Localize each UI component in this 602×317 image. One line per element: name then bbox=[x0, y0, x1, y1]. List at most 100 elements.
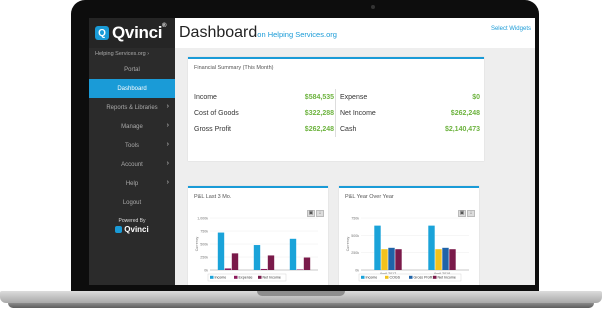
legend-swatch bbox=[258, 275, 262, 279]
financial-label: Expense bbox=[340, 93, 368, 101]
sidebar-nav: Portal Dashboard Reports & Libraries › Manag… bbox=[89, 60, 175, 212]
sidebar-item-label: Account bbox=[121, 161, 143, 168]
bar bbox=[267, 255, 275, 270]
financial-row: Expense $0 bbox=[340, 89, 480, 105]
legend-label: Income bbox=[215, 276, 227, 280]
y-tick-label: 250k bbox=[200, 256, 208, 260]
sidebar-item-label: Portal bbox=[124, 66, 140, 73]
sidebar-item-account[interactable]: Account › bbox=[89, 155, 175, 174]
legend-swatch bbox=[385, 275, 389, 279]
sidebar-item-logout[interactable]: Logout bbox=[89, 193, 175, 212]
bar bbox=[224, 268, 232, 270]
financial-value: $262,248 bbox=[450, 109, 480, 117]
sidebar-item-label: Dashboard bbox=[117, 85, 147, 92]
powered-by: Powered By Qvinci bbox=[89, 218, 175, 234]
financial-label: Net Income bbox=[340, 109, 376, 117]
legend-swatch bbox=[361, 275, 365, 279]
bar bbox=[374, 225, 381, 270]
financial-label: Income bbox=[194, 93, 217, 101]
chevron-right-icon: › bbox=[166, 141, 169, 148]
laptop-scene: Q Qvinci® Helping Services.org › Portal D… bbox=[0, 0, 602, 317]
financial-row: Gross Profit $262,248 bbox=[194, 121, 334, 137]
bar bbox=[296, 269, 304, 270]
qvinci-logo-icon: Q bbox=[95, 26, 109, 40]
financial-value: $262,248 bbox=[304, 125, 334, 133]
pl-year-over-year-card: P&L Year Over Year ▣ ↓ 750k 500k 250k 0k Cur… bbox=[339, 186, 479, 285]
app-screen: Q Qvinci® Helping Services.org › Portal D… bbox=[89, 18, 535, 285]
legend-swatch bbox=[210, 275, 214, 279]
financial-summary-card: Financial Summary (This Month) Income $58… bbox=[188, 57, 484, 161]
sidebar-item-label: Tools bbox=[124, 142, 139, 149]
org-selector[interactable]: Helping Services.org › bbox=[89, 48, 175, 60]
laptop-notch bbox=[257, 291, 345, 296]
bar bbox=[449, 249, 456, 270]
legend-swatch bbox=[234, 275, 238, 279]
pl-last-3-mo-card: P&L Last 3 Mo. ▣ ↓ 1,000k 750k 500k 250k 0k C… bbox=[188, 186, 328, 285]
sidebar: Q Qvinci® Helping Services.org › Portal D… bbox=[89, 18, 175, 285]
bar bbox=[435, 249, 442, 270]
financial-value: $0 bbox=[472, 93, 480, 101]
chevron-right-icon: › bbox=[147, 51, 150, 57]
legend-label: Net Income bbox=[438, 276, 456, 280]
powered-by-logo: Qvinci bbox=[89, 225, 175, 234]
bar bbox=[303, 257, 311, 270]
sidebar-item-help[interactable]: Help › bbox=[89, 174, 175, 193]
page-title: Dashboardon Helping Services.org bbox=[179, 24, 337, 42]
bar bbox=[381, 249, 388, 270]
sidebar-item-label: Manage bbox=[121, 123, 143, 130]
sidebar-item-label: Reports & Libraries bbox=[106, 104, 158, 111]
pl-year-over-year-chart: 750k500k250k0kCurrencyApril 2017April 20… bbox=[346, 217, 469, 282]
financial-label: Cost of Goods bbox=[194, 109, 239, 117]
legend-swatch bbox=[409, 275, 413, 279]
chevron-right-icon: › bbox=[166, 179, 169, 186]
powered-logo-text: Qvinci bbox=[124, 225, 149, 234]
sidebar-item-reports-libraries[interactable]: Reports & Libraries › bbox=[89, 98, 175, 117]
select-widgets-link[interactable]: Select Widgets bbox=[491, 26, 531, 32]
financial-value: $584,535 bbox=[304, 93, 334, 101]
bar bbox=[428, 225, 435, 270]
sidebar-item-label: Logout bbox=[122, 199, 142, 206]
topbar: Dashboardon Helping Services.org Select … bbox=[175, 18, 535, 48]
pl-last-3-mo-chart: 1,000k 750k 500k 250k 0k Currency Income Expens… bbox=[195, 217, 318, 282]
legend-swatch bbox=[433, 275, 437, 279]
bar bbox=[289, 238, 297, 270]
financial-value: $2,140,473 bbox=[444, 125, 480, 133]
chevron-right-icon: › bbox=[166, 160, 169, 167]
logo-label: Qvinci bbox=[112, 23, 163, 42]
sidebar-item-portal[interactable]: Portal bbox=[89, 60, 175, 79]
sidebar-item-tools[interactable]: Tools › bbox=[89, 136, 175, 155]
financial-summary-title: Financial Summary (This Month) bbox=[194, 65, 274, 71]
y-tick-label: 750k bbox=[351, 217, 359, 221]
y-tick-label: 750k bbox=[200, 230, 208, 234]
page-title-text: Dashboard bbox=[179, 24, 258, 41]
legend-label: Gross Profit bbox=[414, 276, 433, 280]
financial-row: Income $584,535 bbox=[194, 89, 334, 105]
financial-row: Cost of Goods $322,288 bbox=[194, 105, 334, 121]
y-axis-label: Currency bbox=[346, 237, 350, 252]
bar bbox=[253, 245, 261, 270]
bar bbox=[231, 253, 239, 270]
bar bbox=[260, 268, 268, 270]
qvinci-small-icon bbox=[115, 226, 123, 233]
financial-value: $322,288 bbox=[304, 109, 334, 117]
legend-label: Expense bbox=[239, 276, 253, 280]
bar bbox=[395, 249, 402, 270]
y-tick-label: 250k bbox=[351, 251, 359, 255]
camera bbox=[371, 5, 375, 9]
financial-label: Gross Profit bbox=[194, 125, 231, 133]
financial-left-column: Income $584,535 Cost of Goods $322,288 Gross… bbox=[194, 89, 334, 137]
y-tick-label: 500k bbox=[200, 243, 208, 247]
chevron-right-icon: › bbox=[166, 103, 169, 110]
y-tick-label: 0k bbox=[355, 269, 359, 273]
legend-label: COGS bbox=[390, 276, 401, 280]
financial-label: Cash bbox=[340, 125, 357, 133]
logo[interactable]: Q Qvinci® bbox=[89, 18, 175, 48]
bar bbox=[388, 247, 395, 270]
sidebar-item-label: Help bbox=[125, 180, 139, 187]
sidebar-item-manage[interactable]: Manage › bbox=[89, 117, 175, 136]
sidebar-item-dashboard[interactable]: Dashboard bbox=[89, 79, 175, 98]
y-tick-label: 1,000k bbox=[197, 217, 208, 221]
page-subtitle[interactable]: on Helping Services.org bbox=[257, 30, 337, 39]
org-label: Helping Services.org bbox=[95, 51, 146, 57]
financial-divider bbox=[335, 89, 336, 137]
